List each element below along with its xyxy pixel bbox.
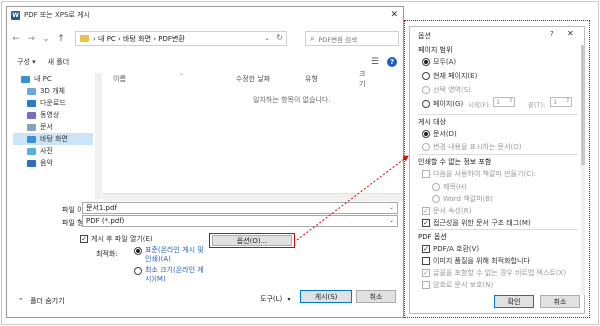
bookmarks-headings-radio: 제목(H) bbox=[432, 182, 467, 192]
pdf-options-heading: PDF 옵션 bbox=[418, 233, 447, 241]
page-range-heading: 페이지 범위 bbox=[418, 46, 453, 54]
publish-what-heading: 게시 대상 bbox=[418, 118, 446, 126]
checkbox-box[interactable]: ✓ bbox=[422, 219, 430, 227]
options-dialog-title: 옵션 bbox=[418, 32, 431, 40]
to-page-spinner: 1 bbox=[550, 97, 572, 107]
bookmarks-word-label: Word 책갈피(B) bbox=[443, 195, 493, 203]
range-all-radio[interactable]: 모두(A) bbox=[422, 57, 456, 67]
structure-tags-label: 접근성을 위한 문서 구조 태그(M) bbox=[433, 219, 531, 227]
range-pages-radio[interactable]: 페이지(G) bbox=[422, 99, 463, 109]
to-page-value: 1 bbox=[553, 98, 558, 106]
divider bbox=[418, 154, 578, 155]
encrypt-checkbox: 암호로 문서 보호(N) bbox=[422, 280, 493, 290]
radio-circle bbox=[422, 86, 430, 94]
close-icon[interactable]: ✕ bbox=[567, 29, 574, 38]
range-all-label: 모두(A) bbox=[433, 58, 457, 66]
bookmarks-word-radio: Word 책갈피(B) bbox=[432, 194, 493, 204]
radio-circle[interactable] bbox=[422, 58, 430, 66]
range-pages-label: 페이지(G) bbox=[433, 100, 464, 108]
pdfa-label: PDF/A 호환(V) bbox=[433, 245, 480, 253]
encrypt-label: 암호로 문서 보호(N) bbox=[433, 281, 494, 289]
structure-tags-checkbox[interactable]: ✓ 접근성을 위한 문서 구조 태그(M) bbox=[422, 218, 531, 228]
radio-circle bbox=[422, 143, 430, 151]
create-bookmarks-label: 다음을 사용하여 책갈피 만들기(C): bbox=[433, 170, 537, 178]
publish-document-label: 문서(D) bbox=[433, 130, 457, 138]
options-scrollbar[interactable] bbox=[581, 45, 585, 295]
options-scrollbar-thumb[interactable] bbox=[581, 45, 585, 165]
optimize-images-checkbox[interactable]: 이미지 품질을 위해 최적화합니다 bbox=[422, 256, 530, 266]
checkbox-box[interactable] bbox=[422, 257, 430, 265]
range-selection-label: 선택 영역(S) bbox=[433, 86, 471, 94]
radio-circle[interactable] bbox=[422, 100, 430, 108]
radio-circle bbox=[432, 183, 440, 191]
publish-document-radio[interactable]: 문서(D) bbox=[422, 129, 457, 139]
from-page-spinner: 1 bbox=[493, 97, 515, 107]
radio-circle[interactable] bbox=[422, 130, 430, 138]
bitmap-text-label: 글꼴을 포함할 수 없는 경우 비트맵 텍스트(X) bbox=[433, 269, 567, 277]
checkbox-box bbox=[422, 281, 430, 289]
bitmap-text-checkbox: ✓ 글꼴을 포함할 수 없는 경우 비트맵 텍스트(X) bbox=[422, 268, 566, 278]
options-cancel-button[interactable]: 취소 bbox=[540, 295, 580, 308]
options-dialog: 옵션 ? ✕ 페이지 범위 모두(A) 현재 페이지(E) 선택 영역(S) 페… bbox=[409, 26, 585, 314]
ok-button[interactable]: 확인 bbox=[494, 295, 534, 308]
to-label: 끝(T): bbox=[528, 101, 546, 109]
bookmarks-headings-label: 제목(H) bbox=[443, 183, 467, 191]
pdfa-checkbox[interactable]: ✓ PDF/A 호환(V) bbox=[422, 244, 479, 254]
radio-circle[interactable] bbox=[422, 72, 430, 80]
radio-circle bbox=[432, 195, 440, 203]
nonprint-info-heading: 인쇄할 수 없는 정보 포함 bbox=[418, 158, 492, 166]
publish-markup-radio: 변경 내용을 표시하는 문서(O) bbox=[422, 142, 522, 152]
range-current-page-label: 현재 페이지(E) bbox=[433, 72, 478, 80]
checkbox-box bbox=[422, 170, 430, 178]
divider bbox=[418, 114, 578, 115]
help-icon[interactable]: ? bbox=[550, 30, 554, 38]
divider bbox=[418, 229, 578, 230]
checkbox-box: ✓ bbox=[422, 206, 430, 215]
range-current-page-radio[interactable]: 현재 페이지(E) bbox=[422, 71, 477, 81]
from-label: 시작(F): bbox=[468, 101, 491, 109]
document-properties-checkbox: ✓ 문서 속성(R) bbox=[422, 206, 471, 216]
publish-markup-label: 변경 내용을 표시하는 문서(O) bbox=[433, 143, 522, 151]
checkbox-box: ✓ bbox=[422, 268, 430, 277]
create-bookmarks-checkbox: 다음을 사용하여 책갈피 만들기(C): bbox=[422, 169, 536, 179]
from-page-value: 1 bbox=[496, 98, 501, 106]
optimize-images-label: 이미지 품질을 위해 최적화합니다 bbox=[433, 257, 530, 265]
checkbox-box[interactable]: ✓ bbox=[422, 245, 430, 253]
range-selection-radio: 선택 영역(S) bbox=[422, 85, 471, 95]
document-properties-label: 문서 속성(R) bbox=[433, 207, 472, 215]
